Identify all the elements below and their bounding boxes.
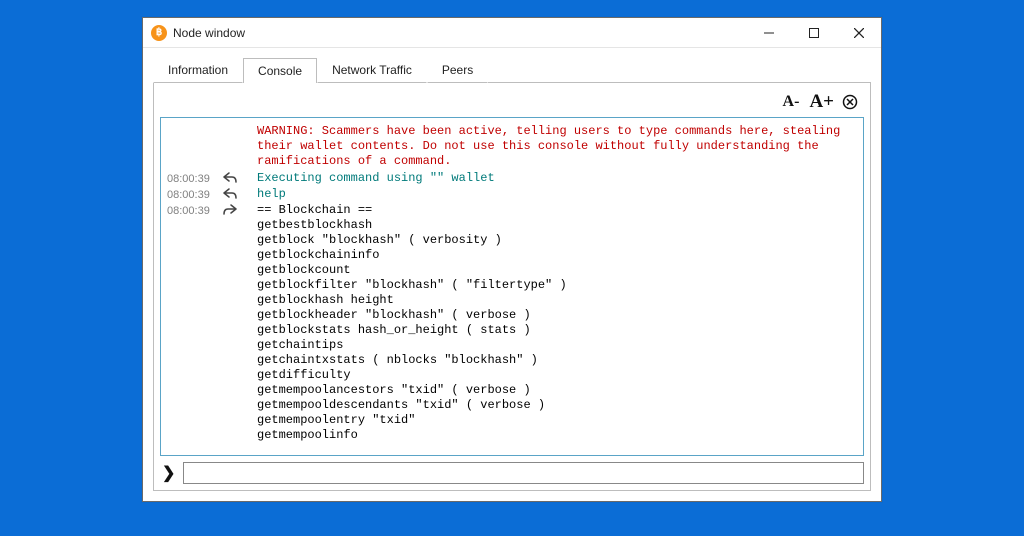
tab-peers[interactable]: Peers [427,57,488,83]
console-text: Executing command using "" wallet [257,171,857,186]
console-toolbar: A- A+ [160,89,864,117]
node-window: ฿ Node window Information Console Networ… [142,17,882,502]
command-input[interactable] [183,462,864,484]
console-input-bar: ❯ [160,462,864,484]
minimize-button[interactable] [746,18,791,47]
console-output: WARNING: Scammers have been active, tell… [160,117,864,456]
reply-out-icon [223,187,257,200]
font-decrease-button[interactable]: A- [781,93,802,111]
console-text: == Blockchain == getbestblockhash getblo… [257,203,857,443]
maximize-button[interactable] [791,18,836,47]
tab-network-traffic[interactable]: Network Traffic [317,57,427,83]
window-controls [746,18,881,47]
console-panel: A- A+ WARNING: Scammers have been active… [153,82,871,491]
console-warning-row: WARNING: Scammers have been active, tell… [167,124,857,169]
console-row: 08:00:39 Executing command using "" wall… [167,171,857,187]
titlebar: ฿ Node window [143,18,881,48]
tab-console[interactable]: Console [243,58,317,83]
tab-information[interactable]: Information [153,57,243,83]
prompt-icon: ❯ [160,463,177,483]
timestamp: 08:00:39 [167,203,223,219]
close-button[interactable] [836,18,881,47]
console-warning: WARNING: Scammers have been active, tell… [257,124,857,169]
reply-in-icon [223,203,257,216]
timestamp: 08:00:39 [167,187,223,203]
font-increase-button[interactable]: A+ [807,91,836,113]
reply-out-icon [223,171,257,184]
console-row: 08:00:39 == Blockchain == getbestblockha… [167,203,857,443]
timestamp: 08:00:39 [167,171,223,187]
bitcoin-icon: ฿ [151,25,167,41]
console-row: 08:00:39 help [167,187,857,203]
console-scroll[interactable]: WARNING: Scammers have been active, tell… [161,118,863,455]
console-text: help [257,187,857,202]
window-title: Node window [173,26,746,40]
tabbar: Information Console Network Traffic Peer… [143,48,881,82]
clear-console-button[interactable] [842,94,858,110]
